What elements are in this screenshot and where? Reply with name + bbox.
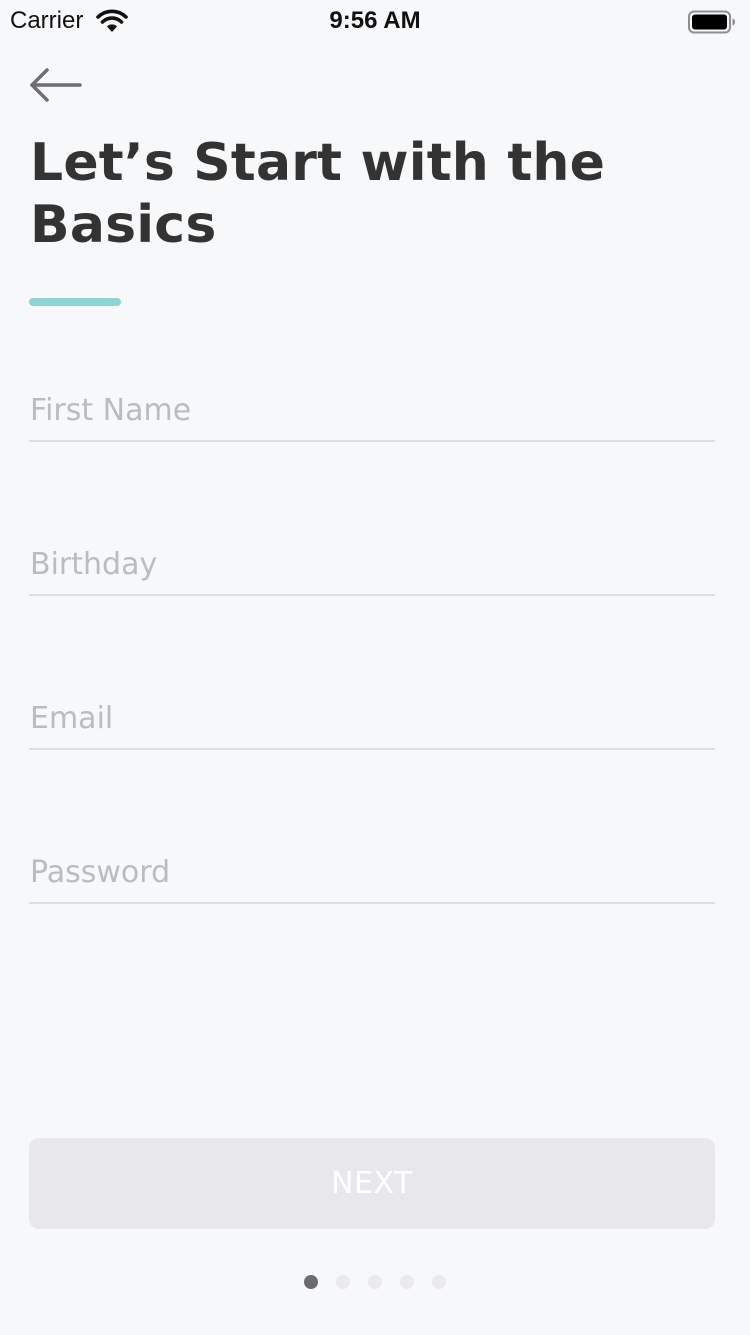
arrow-left-icon bbox=[30, 68, 82, 102]
next-button[interactable]: NEXT bbox=[29, 1138, 715, 1229]
status-bar: Carrier 9:56 AM bbox=[0, 0, 750, 44]
password-field bbox=[29, 842, 716, 904]
page-dot-4[interactable] bbox=[400, 1275, 414, 1289]
title-accent-bar bbox=[29, 298, 121, 306]
email-input[interactable] bbox=[29, 688, 716, 748]
page-dot-3[interactable] bbox=[368, 1275, 382, 1289]
first-name-field bbox=[29, 380, 716, 442]
birthday-input[interactable] bbox=[29, 534, 716, 594]
first-name-input[interactable] bbox=[29, 380, 716, 440]
status-time: 9:56 AM bbox=[329, 7, 421, 34]
birthday-field bbox=[29, 534, 716, 596]
page-dot-2[interactable] bbox=[336, 1275, 350, 1289]
page-dot-5[interactable] bbox=[432, 1275, 446, 1289]
page-title: Let’s Start with the Basics bbox=[30, 133, 606, 255]
page-indicator bbox=[0, 1275, 750, 1291]
password-input[interactable] bbox=[29, 842, 716, 902]
page-dot-1[interactable] bbox=[304, 1275, 318, 1289]
email-field bbox=[29, 688, 716, 750]
battery-icon bbox=[688, 10, 735, 34]
back-button[interactable] bbox=[26, 62, 86, 108]
